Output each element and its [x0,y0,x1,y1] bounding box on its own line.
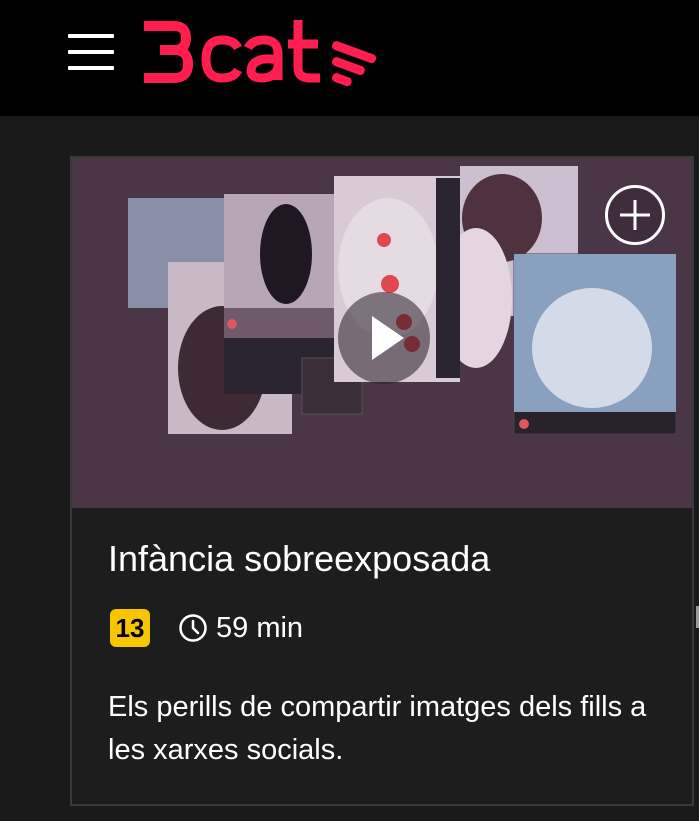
3cat-logo[interactable] [138,12,394,88]
program-thumbnail[interactable] [72,158,692,508]
program-meta: 13 59 min [110,608,303,648]
hamburger-menu-icon[interactable] [68,34,114,70]
program-card[interactable]: Infància sobreexposada 13 59 min Els per… [70,156,694,806]
duration-text: 59 min [216,611,304,644]
program-title[interactable]: Infància sobreexposada [108,538,490,580]
age-rating-badge: 13 [110,609,150,647]
play-icon [372,316,404,360]
top-bar [0,0,699,116]
program-description: Els perills de compartir imatges dels fi… [108,691,647,766]
add-to-list-button[interactable] [605,185,665,245]
clock-icon [179,614,207,642]
play-button[interactable] [338,292,430,384]
